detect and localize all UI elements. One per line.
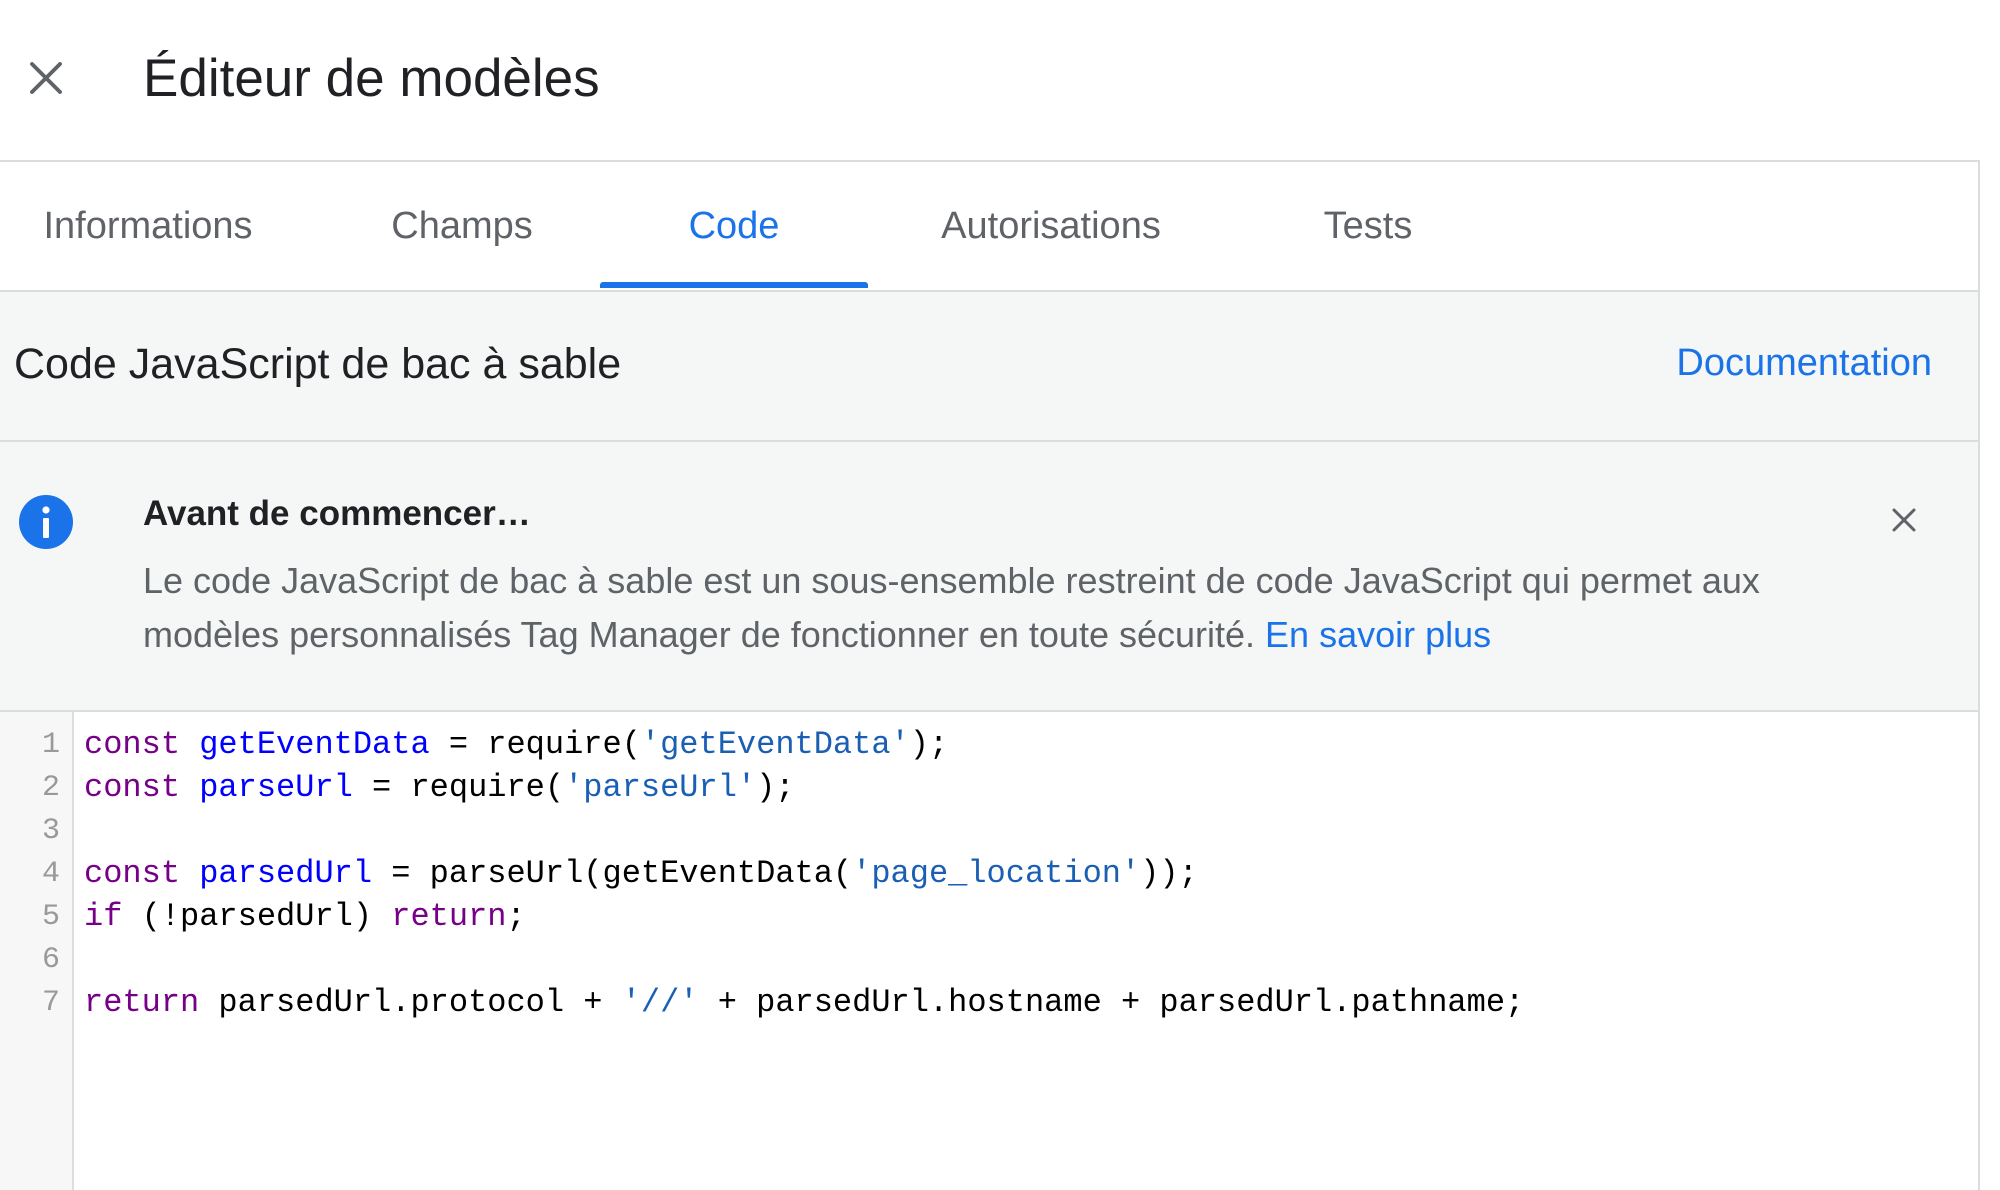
code-token: + parsedUrl.hostname + parsedUrl.pathnam… [698, 984, 1525, 1021]
close-editor-button[interactable] [18, 50, 74, 106]
code-token: ); [909, 726, 949, 763]
code-token: 'getEventData' [640, 726, 910, 763]
code-token: 'parseUrl' [564, 769, 757, 806]
code-line[interactable]: const parsedUrl = parseUrl(getEventData(… [84, 855, 1198, 892]
line-number-gutter: 1 2 3 4 5 6 7 [0, 712, 74, 1190]
line-number: 2 [41, 771, 60, 805]
tab-code[interactable]: Code [600, 162, 868, 290]
code-line[interactable]: const parseUrl = require('parseUrl'); [84, 769, 795, 806]
code-token: (!parsedUrl) [122, 898, 392, 935]
code-token: ; [506, 898, 526, 935]
info-icon [19, 495, 73, 549]
code-token: getEventData [199, 726, 430, 763]
code-token: if [84, 898, 123, 935]
code-line[interactable]: const getEventData = require('getEventDa… [84, 726, 948, 763]
line-number: 4 [41, 857, 60, 891]
code-line[interactable]: return parsedUrl.protocol + '//' + parse… [84, 984, 1524, 1021]
page-title: Éditeur de modèles [143, 49, 600, 108]
line-number: 3 [41, 814, 60, 848]
tab-champs[interactable]: Champs [360, 162, 564, 290]
info-banner: Avant de commencer… Le code JavaScript d… [0, 442, 1978, 712]
code-token: = parseUrl(getEventData( [372, 855, 853, 892]
section-header: Code JavaScript de bac à sable Documenta… [0, 292, 1978, 442]
section-title: Code JavaScript de bac à sable [14, 340, 622, 388]
code-token: parsedUrl.protocol + [199, 984, 622, 1021]
banner-title: Avant de commencer… [143, 494, 531, 533]
scrollbar-track[interactable] [1978, 160, 2000, 1190]
code-token: 'page_location' [852, 855, 1141, 892]
code-token: '//' [621, 984, 699, 1021]
tab-informations[interactable]: Informations [0, 162, 296, 290]
code-token: = require( [429, 726, 641, 763]
dismiss-banner-button[interactable] [1882, 498, 1926, 542]
code-token: return [391, 898, 507, 935]
banner-text: Le code JavaScript de bac à sable est un… [143, 554, 1863, 662]
code-token: const [84, 855, 181, 892]
code-token: )); [1140, 855, 1198, 892]
learn-more-link[interactable]: En savoir plus [1265, 614, 1491, 655]
line-number: 1 [41, 728, 60, 762]
line-number: 5 [41, 900, 60, 934]
documentation-link[interactable]: Documentation [1676, 342, 1932, 385]
line-number: 7 [41, 986, 60, 1020]
code-token: ); [756, 769, 795, 806]
code-token: = require( [352, 769, 565, 806]
tab-autorisations[interactable]: Autorisations [920, 162, 1182, 290]
line-number: 6 [41, 943, 60, 977]
tab-tests[interactable]: Tests [1290, 162, 1446, 290]
code-editor[interactable]: 1234567 const getEventData = require('ge… [0, 712, 1978, 1190]
banner-description: Le code JavaScript de bac à sable est un… [143, 560, 1760, 655]
code-token: parseUrl [199, 769, 353, 806]
code-token: parsedUrl [199, 855, 373, 892]
app-header: Éditeur de modèles [0, 0, 2000, 162]
close-icon [30, 62, 62, 94]
tab-bar: Informations Champs Code Autorisations T… [0, 162, 1978, 292]
active-tab-indicator [600, 282, 868, 288]
code-token: const [84, 726, 181, 763]
code-token: return [84, 984, 200, 1021]
close-icon [1892, 508, 1916, 532]
code-token: const [84, 769, 181, 806]
code-line[interactable]: if (!parsedUrl) return; [84, 898, 526, 935]
